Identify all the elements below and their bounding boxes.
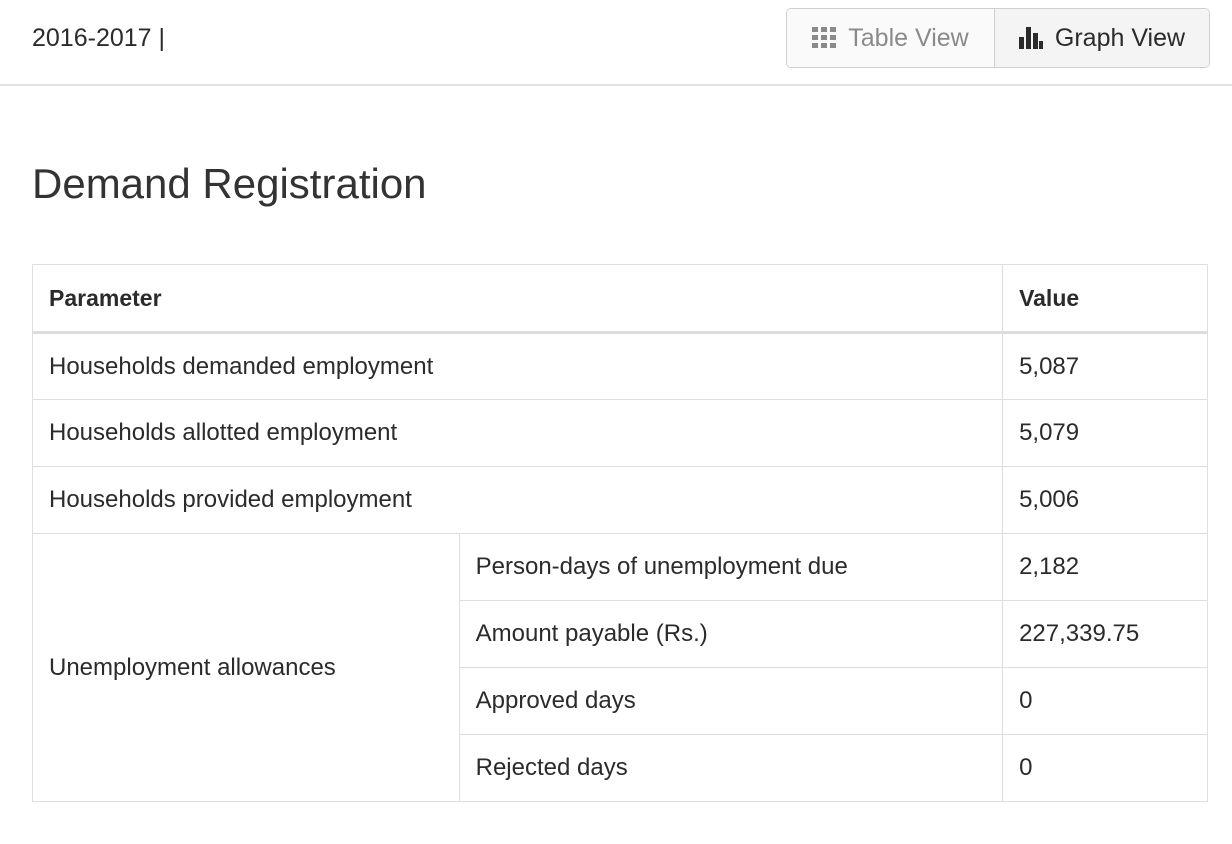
table-row: Unemployment allowances Person-days of u… [32,533,1208,802]
value-cell: 0 [1002,667,1208,735]
view-toggle: Table View Graph View [786,8,1210,68]
table-header-row: Parameter Value [31,264,1208,334]
value-cell: 5,079 [1002,399,1208,467]
value-cell: 2,182 [1002,533,1208,601]
period-label: 2016-2017 | [32,24,165,52]
parameter-cell: Households demanded employment [31,332,1004,400]
page-title: Demand Registration [32,160,427,207]
sub-parameter-cell: Rejected days [458,734,1004,802]
group-label-cell: Unemployment allowances [32,533,460,802]
top-bar: 2016-2017 | Table View Graph View [0,0,1232,86]
parameter-cell: Households allotted employment [31,399,1004,467]
graph-view-button[interactable]: Graph View [995,9,1209,67]
table-row: Households demanded employment 5,087 [31,332,1208,400]
column-header-value: Value [1002,264,1208,334]
grid-icon [812,27,837,49]
demand-registration-table: Parameter Value Households demanded empl… [31,264,1208,802]
sub-parameter-cell: Person-days of unemployment due [458,533,1004,601]
parameter-cell: Households provided employment [31,466,1004,534]
table-row: Households allotted employment 5,079 [31,399,1208,467]
sub-parameter-cell: Approved days [458,667,1004,735]
table-view-label: Table View [848,23,969,52]
value-cell: 227,339.75 [1002,600,1208,668]
value-cell: 0 [1002,734,1208,802]
value-cell: 5,006 [1002,466,1208,534]
column-header-parameter: Parameter [31,264,1004,334]
graph-view-label: Graph View [1054,23,1186,52]
sub-parameter-cell: Amount payable (Rs.) [458,600,1004,668]
value-cell: 5,087 [1002,332,1208,400]
table-view-button[interactable]: Table View [787,9,995,67]
bar-chart-icon [1018,27,1043,49]
table-row: Households provided employment 5,006 [31,466,1208,534]
